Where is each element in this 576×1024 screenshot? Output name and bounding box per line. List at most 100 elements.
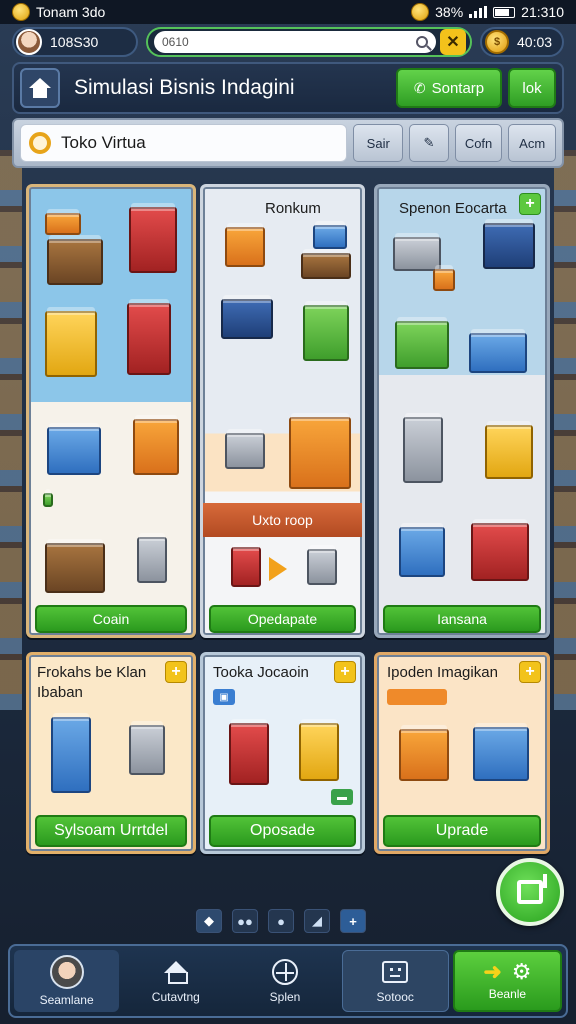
contact-button[interactable]: ✆ Sontarp — [396, 68, 502, 108]
plus-icon[interactable]: + — [519, 193, 541, 215]
home-icon — [29, 78, 51, 98]
upgrade-card-1[interactable]: Coain — [26, 184, 196, 638]
nav-settings[interactable]: ➜ ⚙ Beanle — [452, 950, 563, 1012]
add-page-button[interactable]: + — [340, 909, 366, 933]
avatar — [49, 955, 84, 989]
card-1-button-label: Coain — [92, 611, 130, 627]
card-3-button[interactable]: Iansana — [383, 605, 541, 633]
monitor-item — [221, 295, 273, 339]
nav-stock[interactable]: Sotooc — [341, 950, 449, 1012]
info-tag-icon: ▣ — [213, 689, 235, 705]
page-dot-2[interactable]: ●● — [232, 909, 258, 933]
shop-name-field[interactable]: Toko Virtua — [20, 124, 348, 162]
toaster-item — [129, 721, 165, 775]
page-dot-3[interactable]: ● — [268, 909, 294, 933]
coin-icon: $ — [485, 30, 509, 54]
filter-bar: Toko Virtua Sair ✎ Cofn Acm — [12, 118, 564, 168]
edit-button[interactable]: ✎ — [409, 124, 449, 162]
page-dot-4[interactable]: ◢ — [304, 909, 330, 933]
storefront-item — [483, 219, 535, 269]
poster-item — [129, 203, 177, 273]
card-3-button-label: Iansana — [437, 611, 487, 627]
upgrade-card-5[interactable]: Tooka Jocaoin + ▣ ▬ Oposade — [200, 652, 365, 854]
billboard-item — [45, 307, 97, 377]
background-shelf-left — [0, 150, 22, 710]
search-pill: 0610 ✕ — [146, 27, 472, 57]
search-icon[interactable] — [416, 36, 428, 48]
plus-icon[interactable]: + — [519, 661, 541, 683]
filter-button-4[interactable]: Acm — [508, 124, 556, 162]
card-1-button[interactable]: Coain — [35, 605, 187, 633]
nav-settings-icons: ➜ ⚙ — [483, 961, 531, 983]
battery-percent: 38% — [435, 4, 464, 20]
nav-build[interactable]: Cutavtng — [123, 950, 228, 1012]
add-item-icon — [517, 874, 547, 904]
card-2-banner: Uxto roop — [203, 503, 362, 537]
shop-ring-icon — [29, 132, 51, 154]
search-input[interactable]: 0610 — [154, 31, 436, 53]
nav-explore-label: Splen — [269, 990, 301, 1004]
nav-stock-label: Sotooc — [376, 990, 414, 1004]
quick-action-button[interactable] — [496, 858, 564, 926]
plus-icon[interactable]: + — [165, 661, 187, 683]
table-item — [469, 329, 527, 373]
upgrade-card-6[interactable]: Ipoden Imagikan + Uprade — [374, 652, 550, 854]
bottom-nav: Seamlane Cutavtng Splen Sotooc ➜ ⚙ Beanl… — [8, 944, 568, 1018]
card-2-banner-label: Uxto roop — [252, 512, 313, 528]
chest-item — [473, 723, 529, 781]
card-5-button[interactable]: Oposade — [209, 815, 356, 847]
profile-pill[interactable]: 108S30 — [12, 27, 138, 57]
poster-item — [231, 543, 261, 587]
profile-value: 108S30 — [50, 34, 99, 50]
page-indicator: ◆ ●● ● ◢ + — [196, 908, 396, 934]
vending-item — [127, 299, 171, 375]
status-left-text: Tonam 3do — [36, 4, 106, 20]
coffee-machine-item — [485, 421, 533, 479]
machine-item — [307, 545, 337, 585]
promo-tag — [387, 689, 447, 705]
nav-settings-label: Beanle — [488, 987, 527, 1001]
house-icon — [161, 958, 191, 986]
upgrade-card-3[interactable]: Spenon Eocarta + Iansana — [374, 184, 550, 638]
ok-button[interactable]: lok — [508, 68, 556, 108]
card-2-button[interactable]: Opedapate — [209, 605, 356, 633]
page-title: Simulasi Bisnis Indagini — [74, 76, 295, 99]
card-6-title: Ipoden Imagikan — [387, 664, 498, 681]
box-icon — [380, 958, 410, 986]
card-5-title: Tooka Jocaoin — [213, 664, 309, 681]
produce-stand-item — [395, 317, 449, 369]
register-item — [47, 423, 101, 475]
nav-explore[interactable]: Splen — [232, 950, 337, 1012]
card-3-title: Spenon Eocarta — [399, 200, 507, 217]
page-dot-1[interactable]: ◆ — [196, 909, 222, 933]
vending-item — [229, 719, 269, 785]
sign-item — [45, 209, 81, 235]
nav-profile[interactable]: Seamlane — [14, 950, 120, 1012]
battery-icon — [493, 6, 516, 18]
status-bar: Tonam 3do 38% 21:310 — [0, 0, 576, 24]
upgrade-card-2[interactable]: Ronkum Uxto roop Opedapate — [200, 184, 365, 638]
avatar[interactable] — [16, 29, 42, 55]
signal-icon — [469, 6, 488, 18]
coins-pill[interactable]: $ 40:03 — [480, 27, 564, 57]
clock: 21:310 — [521, 4, 564, 20]
compass-icon — [270, 958, 300, 986]
card-6-button[interactable]: Uprade — [383, 815, 541, 847]
bag-item — [225, 223, 265, 267]
upgrade-card-4[interactable]: Frokahs be Klan Ibaban + Sylsoam Urrtdel — [26, 652, 196, 854]
home-button[interactable] — [20, 68, 60, 108]
card-4-title: Frokahs be Klan Ibaban — [37, 664, 147, 701]
ok-button-label: lok — [522, 79, 542, 97]
resource-row: 108S30 0610 ✕ $ 40:03 — [12, 26, 564, 58]
nav-profile-label: Seamlane — [39, 993, 94, 1007]
filter-button-1[interactable]: Sair — [353, 124, 404, 162]
filter-button-4-label: Acm — [519, 135, 546, 151]
plus-icon[interactable]: + — [334, 661, 356, 683]
filter-button-3[interactable]: Cofn — [454, 124, 503, 162]
badge-icon: ▬ — [331, 789, 353, 805]
tools-icon[interactable]: ✕ — [440, 29, 466, 55]
kiosk-item — [133, 415, 179, 475]
laptop-kiosk-item — [289, 413, 351, 489]
status-left: Tonam 3do — [12, 3, 105, 21]
card-4-button[interactable]: Sylsoam Urrtdel — [35, 815, 187, 847]
